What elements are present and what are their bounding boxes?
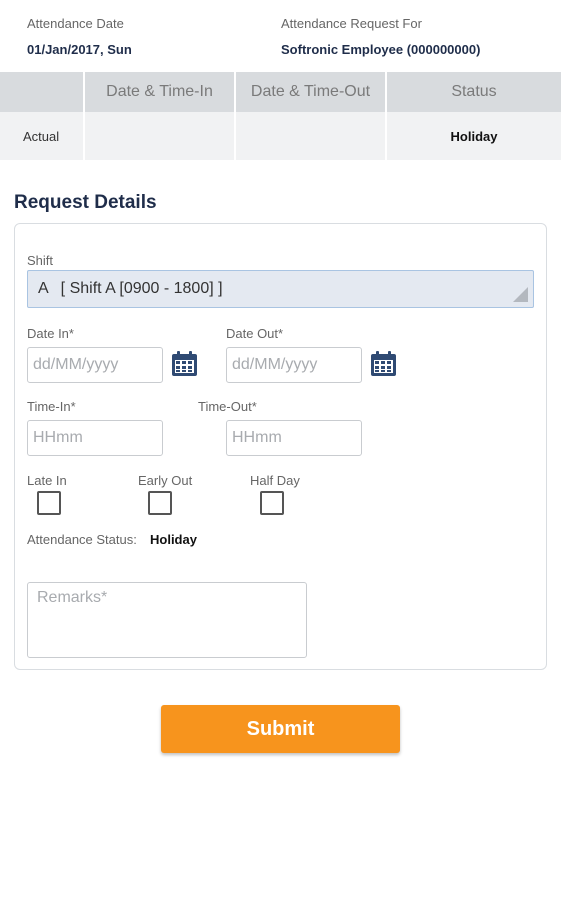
attendance-table: Date & Time-In Date & Time-Out Status Ac… — [0, 72, 561, 160]
time-out-input[interactable]: HHmm — [226, 420, 362, 456]
status-cell: Holiday — [450, 128, 498, 144]
calendar-icon[interactable] — [370, 350, 397, 377]
date-out-input[interactable]: dd/MM/yyyy — [226, 347, 362, 383]
shift-value: [ Shift A [0900 - 1800] ] — [60, 280, 223, 297]
column-header-status: Status — [451, 83, 497, 100]
column-header-time-out: Date & Time-Out — [236, 72, 387, 112]
time-in-label: Time-In* — [27, 399, 76, 414]
shift-label: Shift — [27, 253, 54, 268]
table-header-row: Date & Time-In Date & Time-Out Status — [0, 72, 561, 112]
request-for-value: Softronic Employee (000000000) — [281, 42, 481, 57]
early-out-checkbox[interactable] — [148, 491, 172, 515]
time-in-input[interactable]: HHmm — [27, 420, 163, 456]
column-header — [0, 72, 85, 112]
attendance-date-value: 01/Jan/2017, Sun — [27, 42, 132, 57]
remarks-textarea[interactable]: Remarks* — [27, 582, 307, 658]
date-out-label: Date Out* — [226, 326, 284, 341]
time-out-cell — [236, 112, 387, 160]
time-in-cell — [85, 112, 236, 160]
half-day-label: Half Day — [250, 473, 300, 488]
late-in-checkbox[interactable] — [37, 491, 61, 515]
early-out-label: Early Out — [138, 473, 193, 488]
section-title: Request Details — [14, 192, 157, 213]
shift-code: A — [38, 280, 49, 297]
late-in-label: Late In — [27, 473, 67, 488]
date-in-label: Date In* — [27, 326, 74, 341]
column-header-time-in: Date & Time-In — [85, 72, 236, 112]
request-for-label: Attendance Request For — [281, 16, 422, 31]
attendance-date-label: Attendance Date — [27, 16, 124, 31]
shift-select[interactable]: A [ Shift A [0900 - 1800] ] — [27, 270, 534, 308]
dropdown-arrow-icon — [513, 287, 528, 302]
calendar-icon[interactable] — [171, 350, 198, 377]
attendance-status-value: Holiday — [150, 532, 197, 547]
submit-button[interactable]: Submit — [161, 705, 400, 753]
time-out-label: Time-Out* — [198, 399, 257, 414]
half-day-checkbox[interactable] — [260, 491, 284, 515]
date-in-input[interactable]: dd/MM/yyyy — [27, 347, 163, 383]
row-type-cell: Actual — [0, 112, 85, 160]
attendance-status-label: Attendance Status: — [27, 532, 137, 547]
table-row: Actual Holiday — [0, 112, 561, 160]
